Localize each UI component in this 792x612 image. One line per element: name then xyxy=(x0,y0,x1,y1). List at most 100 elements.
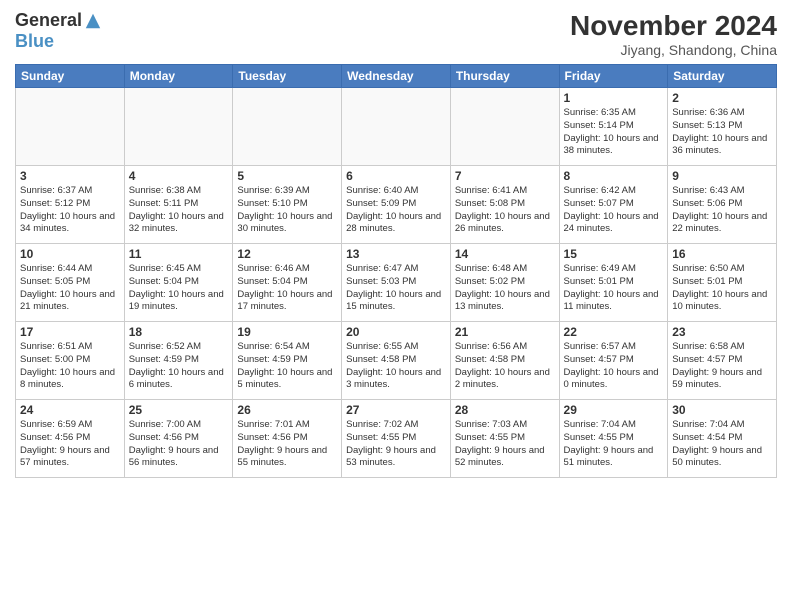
table-row: 16Sunrise: 6:50 AM Sunset: 5:01 PM Dayli… xyxy=(668,244,777,322)
day-number: 23 xyxy=(672,325,772,339)
day-info: Sunrise: 6:37 AM Sunset: 5:12 PM Dayligh… xyxy=(20,185,120,236)
calendar-week-row: 24Sunrise: 6:59 AM Sunset: 4:56 PM Dayli… xyxy=(16,400,777,478)
day-number: 21 xyxy=(455,325,555,339)
day-info: Sunrise: 6:40 AM Sunset: 5:09 PM Dayligh… xyxy=(346,185,446,236)
table-row: 25 Sunrise: 7:00 AM Sunset: 4:56 PM Dayli… xyxy=(124,400,233,478)
table-row: 4Sunrise: 6:38 AM Sunset: 5:11 PM Daylig… xyxy=(124,166,233,244)
day-info: Sunrise: 7:02 AM Sunset: 4:55 PM Dayligh… xyxy=(346,419,446,470)
day-number: 28 xyxy=(455,403,555,417)
day-number: 15 xyxy=(564,247,664,261)
day-number: 8 xyxy=(564,169,664,183)
calendar-week-row: 10Sunrise: 6:44 AM Sunset: 5:05 PM Dayli… xyxy=(16,244,777,322)
table-row: 15 Sunrise: 6:49 AM Sunset: 5:01 PM Dayli… xyxy=(559,244,668,322)
day-info: Sunrise: 7:04 AM Sunset: 4:55 PM Dayligh… xyxy=(564,419,664,470)
day-number: 17 xyxy=(20,325,120,339)
day-info: Sunrise: 6:55 AM Sunset: 4:58 PM Dayligh… xyxy=(346,341,446,392)
table-row: 21 Sunrise: 6:56 AM Sunset: 4:58 PM Dayli… xyxy=(450,322,559,400)
day-info: Sunrise: 7:00 AM Sunset: 4:56 PM Dayligh… xyxy=(129,419,229,470)
day-info: Sunrise: 6:45 AM Sunset: 5:04 PM Dayligh… xyxy=(129,263,229,314)
day-info: Sunrise: 6:47 AM Sunset: 5:03 PM Dayligh… xyxy=(346,263,446,314)
table-row: 22 Sunrise: 6:57 AM Sunset: 4:57 PM Dayli… xyxy=(559,322,668,400)
day-number: 2 xyxy=(672,91,772,105)
logo-general-text: General xyxy=(15,10,82,31)
day-number: 19 xyxy=(237,325,337,339)
day-number: 29 xyxy=(564,403,664,417)
day-info: Sunrise: 6:58 AM Sunset: 4:57 PM Dayligh… xyxy=(672,341,772,392)
table-row xyxy=(342,88,451,166)
calendar-week-row: 1 Sunrise: 6:35 AM Sunset: 5:14 PM Daylig… xyxy=(16,88,777,166)
day-number: 13 xyxy=(346,247,446,261)
table-row: 12 Sunrise: 6:46 AM Sunset: 5:04 PM Dayli… xyxy=(233,244,342,322)
day-info: Sunrise: 7:03 AM Sunset: 4:55 PM Dayligh… xyxy=(455,419,555,470)
col-monday: Monday xyxy=(124,65,233,88)
day-info: Sunrise: 6:49 AM Sunset: 5:01 PM Dayligh… xyxy=(564,263,664,314)
table-row: 24Sunrise: 6:59 AM Sunset: 4:56 PM Dayli… xyxy=(16,400,125,478)
day-info: Sunrise: 6:44 AM Sunset: 5:05 PM Dayligh… xyxy=(20,263,120,314)
table-row: 2 Sunrise: 6:36 AM Sunset: 5:13 PM Daylig… xyxy=(668,88,777,166)
table-row: 13 Sunrise: 6:47 AM Sunset: 5:03 PM Dayli… xyxy=(342,244,451,322)
day-number: 14 xyxy=(455,247,555,261)
location: Jiyang, Shandong, China xyxy=(570,42,777,58)
day-info: Sunrise: 6:35 AM Sunset: 5:14 PM Dayligh… xyxy=(564,107,664,158)
table-row: 8 Sunrise: 6:42 AM Sunset: 5:07 PM Daylig… xyxy=(559,166,668,244)
day-info: Sunrise: 6:39 AM Sunset: 5:10 PM Dayligh… xyxy=(237,185,337,236)
title-area: November 2024 Jiyang, Shandong, China xyxy=(570,10,777,58)
table-row: 1 Sunrise: 6:35 AM Sunset: 5:14 PM Daylig… xyxy=(559,88,668,166)
table-row: 17 Sunrise: 6:51 AM Sunset: 5:00 PM Dayli… xyxy=(16,322,125,400)
day-info: Sunrise: 6:51 AM Sunset: 5:00 PM Dayligh… xyxy=(20,341,120,392)
day-info: Sunrise: 6:43 AM Sunset: 5:06 PM Dayligh… xyxy=(672,185,772,236)
day-number: 3 xyxy=(20,169,120,183)
day-info: Sunrise: 6:38 AM Sunset: 5:11 PM Dayligh… xyxy=(129,185,229,236)
table-row xyxy=(233,88,342,166)
table-row xyxy=(450,88,559,166)
table-row: 14 Sunrise: 6:48 AM Sunset: 5:02 PM Dayli… xyxy=(450,244,559,322)
day-info: Sunrise: 6:41 AM Sunset: 5:08 PM Dayligh… xyxy=(455,185,555,236)
calendar-header-row: Sunday Monday Tuesday Wednesday Thursday… xyxy=(16,65,777,88)
day-info: Sunrise: 6:46 AM Sunset: 5:04 PM Dayligh… xyxy=(237,263,337,314)
table-row: 29 Sunrise: 7:04 AM Sunset: 4:55 PM Dayli… xyxy=(559,400,668,478)
day-info: Sunrise: 6:48 AM Sunset: 5:02 PM Dayligh… xyxy=(455,263,555,314)
table-row: 6 Sunrise: 6:40 AM Sunset: 5:09 PM Daylig… xyxy=(342,166,451,244)
day-number: 6 xyxy=(346,169,446,183)
day-number: 27 xyxy=(346,403,446,417)
table-row: 20 Sunrise: 6:55 AM Sunset: 4:58 PM Dayli… xyxy=(342,322,451,400)
calendar-week-row: 17 Sunrise: 6:51 AM Sunset: 5:00 PM Dayli… xyxy=(16,322,777,400)
logo: General Blue xyxy=(15,10,102,52)
table-row: 3 Sunrise: 6:37 AM Sunset: 5:12 PM Daylig… xyxy=(16,166,125,244)
day-info: Sunrise: 6:36 AM Sunset: 5:13 PM Dayligh… xyxy=(672,107,772,158)
day-number: 1 xyxy=(564,91,664,105)
day-number: 18 xyxy=(129,325,229,339)
month-title: November 2024 xyxy=(570,10,777,42)
table-row: 9Sunrise: 6:43 AM Sunset: 5:06 PM Daylig… xyxy=(668,166,777,244)
day-number: 12 xyxy=(237,247,337,261)
day-info: Sunrise: 6:59 AM Sunset: 4:56 PM Dayligh… xyxy=(20,419,120,470)
day-number: 26 xyxy=(237,403,337,417)
col-friday: Friday xyxy=(559,65,668,88)
day-info: Sunrise: 6:42 AM Sunset: 5:07 PM Dayligh… xyxy=(564,185,664,236)
day-info: Sunrise: 7:01 AM Sunset: 4:56 PM Dayligh… xyxy=(237,419,337,470)
table-row: 7 Sunrise: 6:41 AM Sunset: 5:08 PM Daylig… xyxy=(450,166,559,244)
col-sunday: Sunday xyxy=(16,65,125,88)
table-row: 11 Sunrise: 6:45 AM Sunset: 5:04 PM Dayli… xyxy=(124,244,233,322)
day-number: 11 xyxy=(129,247,229,261)
day-info: Sunrise: 6:56 AM Sunset: 4:58 PM Dayligh… xyxy=(455,341,555,392)
day-number: 22 xyxy=(564,325,664,339)
calendar-week-row: 3 Sunrise: 6:37 AM Sunset: 5:12 PM Daylig… xyxy=(16,166,777,244)
logo-icon xyxy=(84,12,102,30)
day-info: Sunrise: 6:52 AM Sunset: 4:59 PM Dayligh… xyxy=(129,341,229,392)
table-row: 23 Sunrise: 6:58 AM Sunset: 4:57 PM Dayli… xyxy=(668,322,777,400)
day-number: 30 xyxy=(672,403,772,417)
day-info: Sunrise: 6:57 AM Sunset: 4:57 PM Dayligh… xyxy=(564,341,664,392)
table-row: 10Sunrise: 6:44 AM Sunset: 5:05 PM Dayli… xyxy=(16,244,125,322)
table-row: 18 Sunrise: 6:52 AM Sunset: 4:59 PM Dayli… xyxy=(124,322,233,400)
day-info: Sunrise: 6:50 AM Sunset: 5:01 PM Dayligh… xyxy=(672,263,772,314)
col-wednesday: Wednesday xyxy=(342,65,451,88)
day-number: 7 xyxy=(455,169,555,183)
day-number: 25 xyxy=(129,403,229,417)
table-row xyxy=(16,88,125,166)
table-row: 19Sunrise: 6:54 AM Sunset: 4:59 PM Dayli… xyxy=(233,322,342,400)
header: General Blue November 2024 Jiyang, Shand… xyxy=(15,10,777,58)
table-row: 30Sunrise: 7:04 AM Sunset: 4:54 PM Dayli… xyxy=(668,400,777,478)
day-number: 20 xyxy=(346,325,446,339)
page: General Blue November 2024 Jiyang, Shand… xyxy=(0,0,792,612)
